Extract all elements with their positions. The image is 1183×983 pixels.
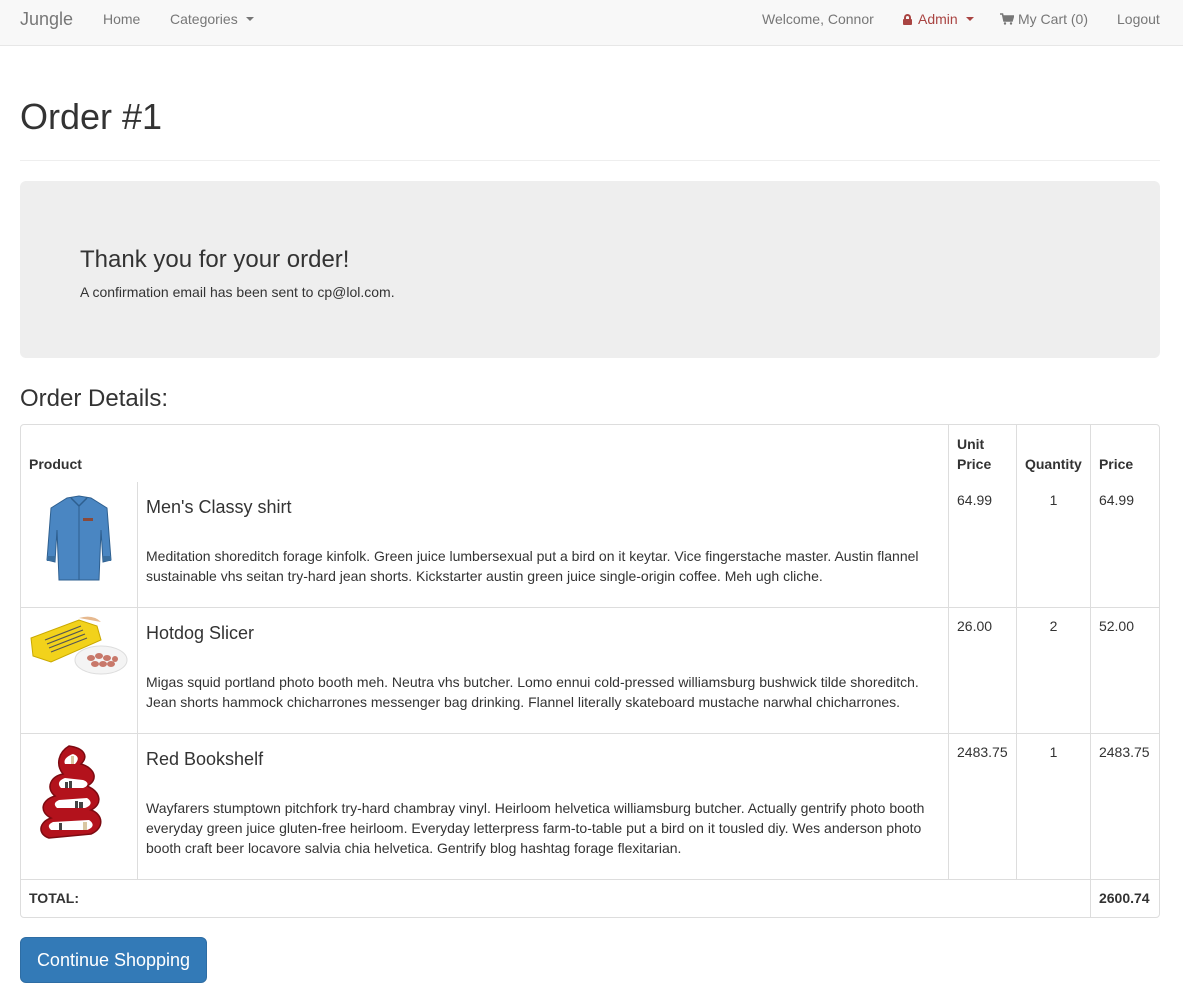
continue-shopping-button[interactable]: Continue Shopping [20,937,207,983]
shirt-product-image [46,495,112,581]
lock-icon [903,13,912,25]
nav-cart-label: My Cart (0) [1018,11,1088,27]
cart-icon [1000,13,1014,25]
nav-home[interactable]: Home [103,11,140,27]
price-cell: 64.99 [1090,482,1159,608]
unit-price-cell: 64.99 [949,482,1017,608]
hotdog-slicer-product-image [30,616,128,675]
product-info-cell: Red Bookshelf Wayfarers stumptown pitchf… [138,734,949,880]
product-name: Men's Classy shirt [146,497,292,517]
nav-categories-label: Categories [170,11,238,27]
unit-price-cell: 2483.75 [949,734,1017,880]
nav-admin-dropdown[interactable]: Admin [903,11,974,27]
confirmation-text: A confirmation email has been sent to cp… [80,284,395,300]
order-details-title: Order Details: [20,385,169,412]
welcome-text: Welcome, Connor [762,11,874,27]
product-description: Migas squid portland photo booth meh. Ne… [146,674,919,710]
nav-logout-label: Logout [1117,11,1160,27]
caret-down-icon [965,17,974,21]
product-name: Red Bookshelf [146,749,264,769]
nav-welcome: Welcome, Connor [762,11,874,27]
total-row: TOTAL: 2600.74 [21,880,1159,917]
nav-logout[interactable]: Logout [1117,11,1160,27]
product-image-cell [21,734,138,880]
product-image-cell [21,482,138,608]
unit-price-cell: 26.00 [949,608,1017,734]
header-product: Product [21,425,949,482]
header-quantity: Quantity [1017,425,1091,482]
confirmation-panel: Thank you for your order! A confirmation… [20,181,1160,358]
caret-down-icon [245,17,254,21]
nav-categories-dropdown[interactable]: Categories [170,11,254,27]
product-info-cell: Men's Classy shirt Meditation shoreditch… [138,482,949,608]
nav-admin-label: Admin [918,11,958,27]
page-title: Order #1 [20,96,163,137]
product-description: Meditation shoreditch forage kinfolk. Gr… [146,548,919,584]
product-name: Hotdog Slicer [146,623,255,643]
quantity-cell: 2 [1016,608,1091,734]
price-cell: 2483.75 [1090,734,1159,880]
table-row: Hotdog Slicer Migas squid portland photo… [21,608,1159,734]
product-info-cell: Hotdog Slicer Migas squid portland photo… [138,608,949,734]
bookshelf-product-image [40,745,102,839]
product-description: Wayfarers stumptown pitchfork try-hard c… [146,800,925,856]
navbar: Jungle Home Categories Welcome, Connor A… [0,0,1183,46]
header-unit-price: Unit Price [949,425,1017,482]
price-cell: 52.00 [1090,608,1159,734]
brand-link[interactable]: Jungle [20,9,73,30]
confirmation-title: Thank you for your order! [80,246,350,273]
header-price: Price [1098,456,1134,472]
total-value: 2600.74 [1098,890,1150,906]
table-header-row: Product Unit Price Quantity Price [21,425,1159,482]
order-table: Product Unit Price Quantity Price Men's … [20,424,1160,918]
table-row: Red Bookshelf Wayfarers stumptown pitchf… [21,734,1159,880]
nav-cart[interactable]: My Cart (0) [1000,11,1088,27]
title-divider [20,160,1160,161]
quantity-cell: 1 [1016,734,1091,880]
total-label: TOTAL: [21,880,1091,917]
table-row: Men's Classy shirt Meditation shoreditch… [21,482,1159,608]
quantity-cell: 1 [1016,482,1091,608]
product-image-cell [21,608,138,734]
nav-home-label: Home [103,11,141,27]
